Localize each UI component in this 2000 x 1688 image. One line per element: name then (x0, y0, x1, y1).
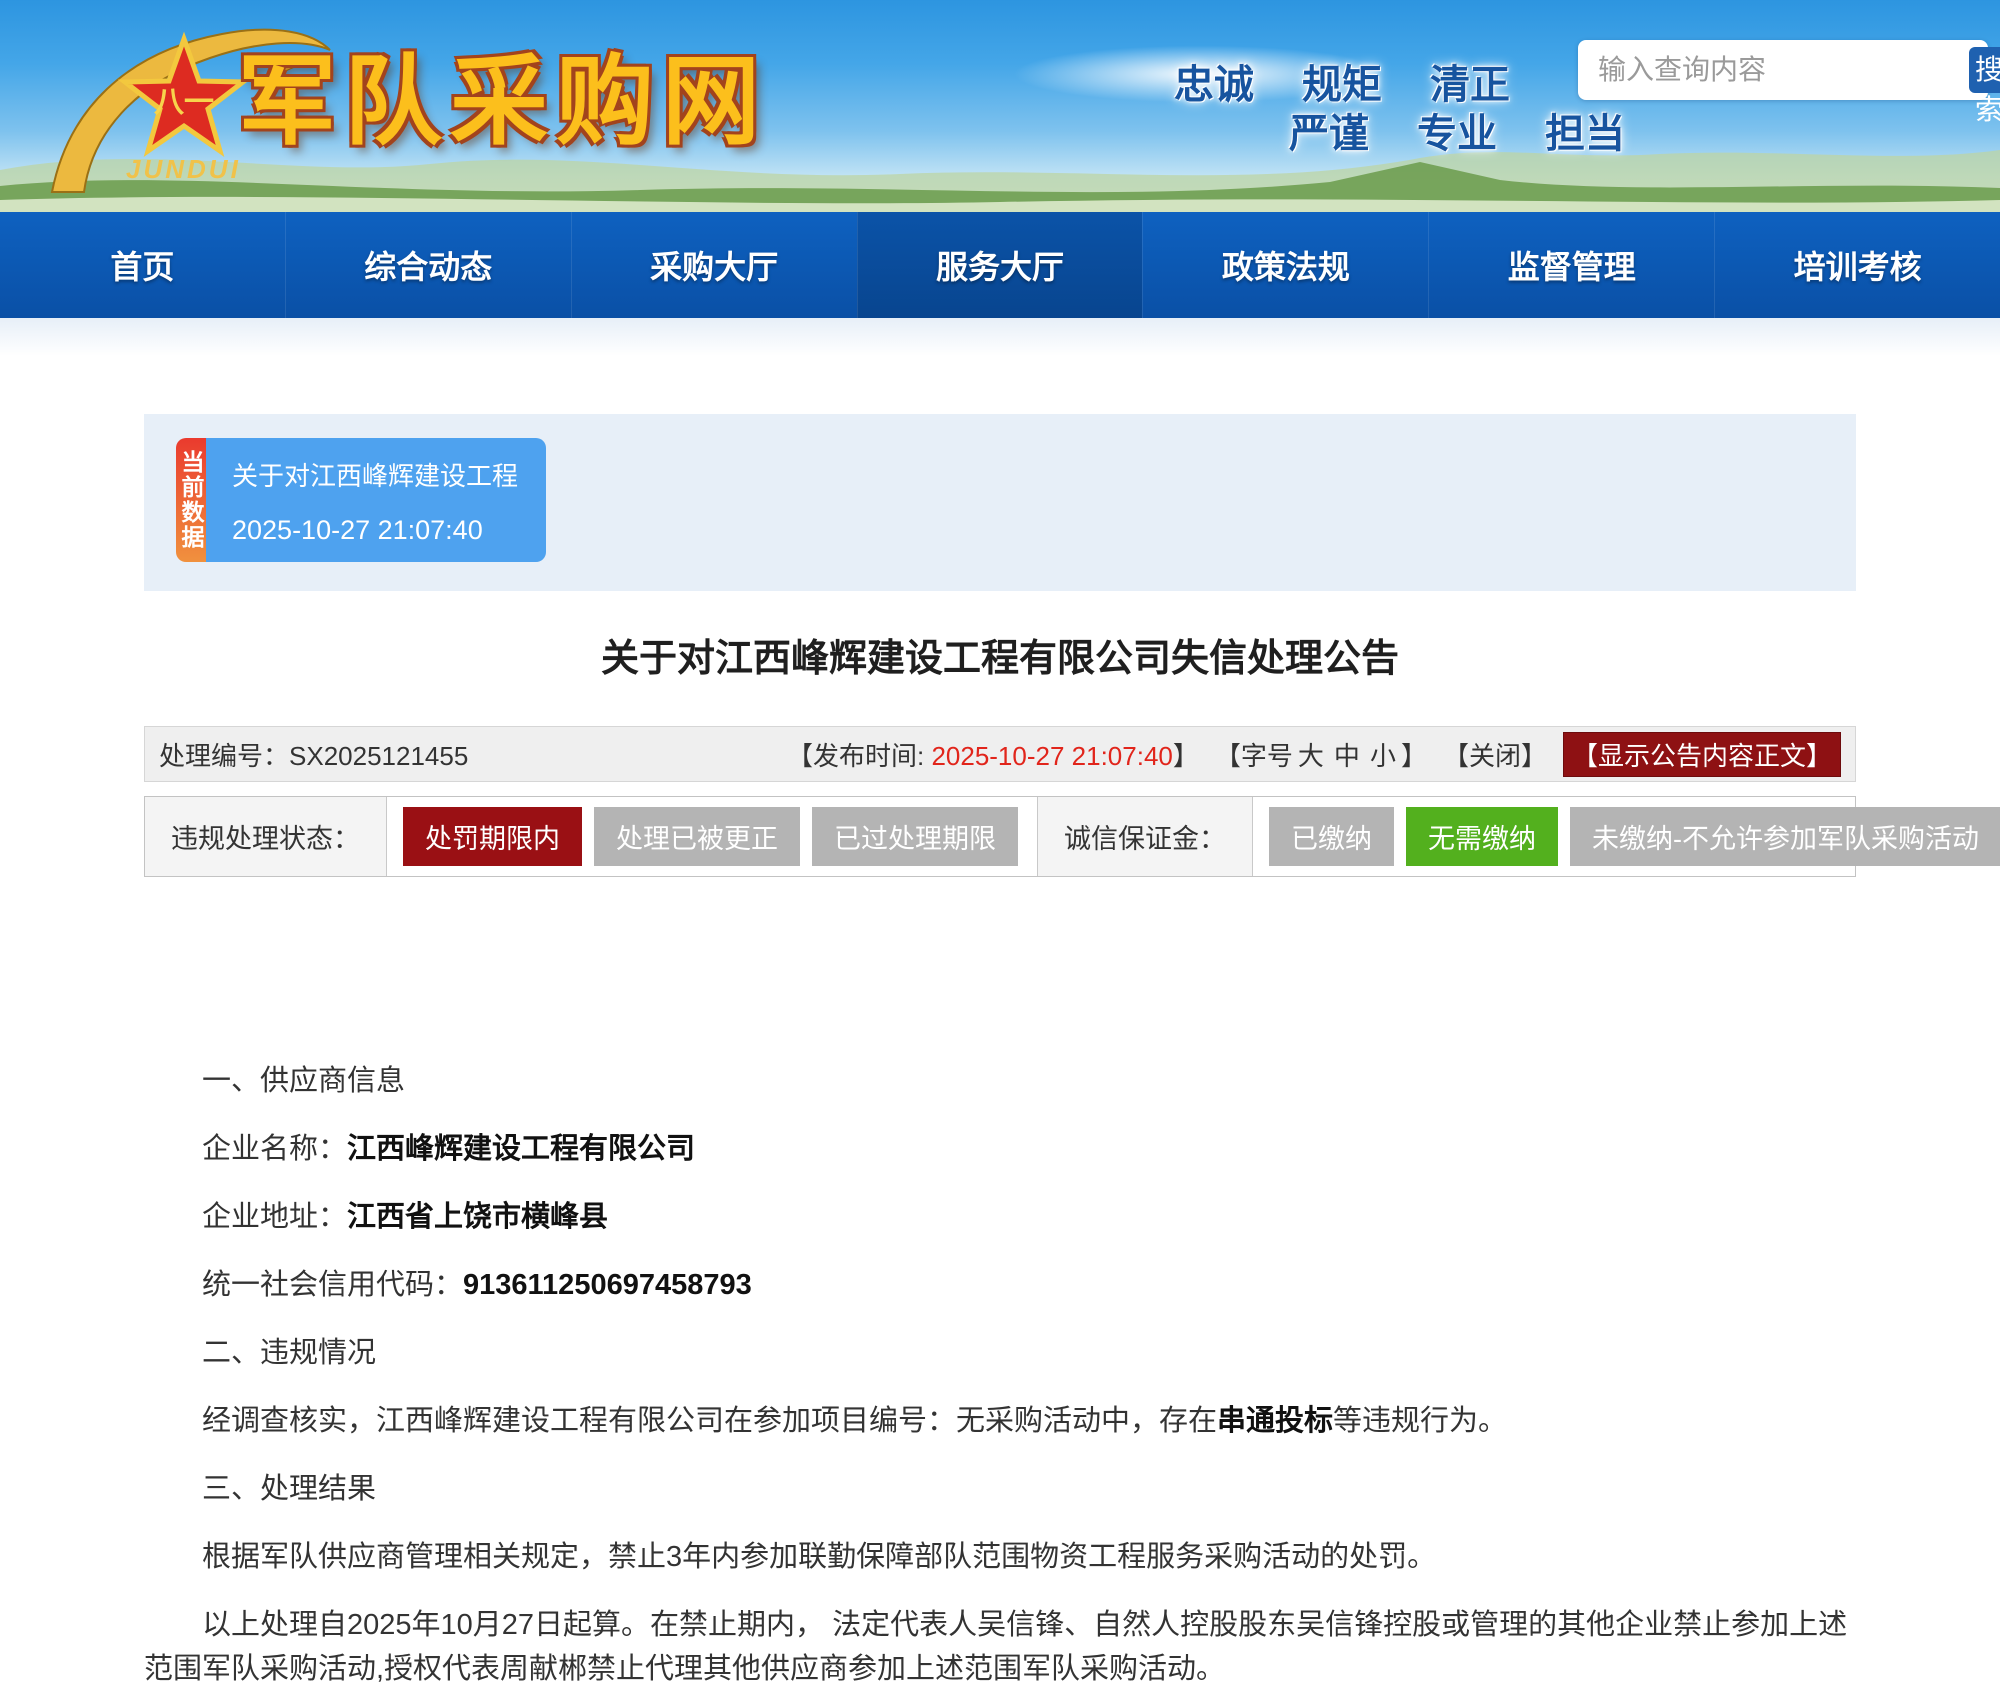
motto-word: 严谨 (1289, 101, 1369, 159)
nav-item-policies[interactable]: 政策法规 (1142, 212, 1428, 318)
nav-item-training[interactable]: 培训考核 (1714, 212, 2000, 318)
search-bar: 搜索 (1578, 40, 1988, 100)
font-size-controls: 【字号大中小】 (1215, 736, 1427, 773)
current-data-title: 关于对江西峰辉建设工程 (232, 456, 518, 493)
publish-time: 【发布时间: 2025-10-27 21:07:40】 (787, 736, 1199, 773)
close-button[interactable]: 【关闭】 (1443, 736, 1547, 773)
status-chip-unpaid: 未缴纳-不允许参加军队采购活动 (1570, 807, 2000, 866)
font-size-small-button[interactable]: 小 (1370, 741, 1396, 771)
status-bar: 违规处理状态： 处罚期限内 处理已被更正 已过处理期限 诚信保证金： 已缴纳 无… (144, 796, 1856, 877)
credit-code-value: 913611250697458793 (463, 1269, 752, 1301)
status-chip-paid: 已缴纳 (1269, 807, 1394, 866)
company-name-value: 江西峰辉建设工程有限公司 (347, 1133, 695, 1165)
current-data-body: 关于对江西峰辉建设工程 2025-10-27 21:07:40 (206, 438, 546, 562)
nav-item-service-hall[interactable]: 服务大厅 (857, 212, 1143, 318)
emblem-caption: JUNDUI (126, 154, 241, 184)
violation-type: 串通投标 (1217, 1405, 1333, 1437)
motto-line-2: 严谨 专业 担当 (1289, 101, 1625, 159)
status-chip-within-penalty: 处罚期限内 (403, 807, 582, 866)
site-title: 军队采购网 (238, 22, 768, 164)
nav-item-home[interactable]: 首页 (0, 212, 285, 318)
publish-time-value: 2025-10-27 21:07:40 (931, 741, 1172, 771)
announcement-body: 一、供应商信息 企业名称：江西峰辉建设工程有限公司 企业地址：江西省上饶市横峰县… (144, 1059, 1856, 1688)
font-size-medium-button[interactable]: 中 (1334, 741, 1360, 771)
motto-word: 忠诚 (1174, 52, 1254, 110)
font-size-large-button[interactable]: 大 (1298, 741, 1324, 771)
current-data-tab: 当前数据 (176, 438, 206, 562)
result-paragraph-1: 根据军队供应商管理相关规定，禁止3年内参加联勤保障部队范围物资工程服务采购活动的… (144, 1535, 1856, 1579)
company-name-line: 企业名称：江西峰辉建设工程有限公司 (144, 1127, 1856, 1171)
nav-shadow (0, 318, 2000, 356)
status-chip-corrected: 处理已被更正 (594, 807, 800, 866)
violation-detail-line: 经调查核实，江西峰辉建设工程有限公司在参加项目编号：无采购活动中，存在串通投标等… (144, 1399, 1856, 1443)
company-address-line: 企业地址：江西省上饶市横峰县 (144, 1195, 1856, 1239)
section-heading-result: 三、处理结果 (144, 1467, 1856, 1511)
main-content: 当前数据 关于对江西峰辉建设工程 2025-10-27 21:07:40 关于对… (0, 414, 2000, 1688)
deposit-status-options: 已缴纳 无需缴纳 未缴纳-不允许参加军队采购活动 (1253, 797, 2000, 876)
meta-controls: 【发布时间: 2025-10-27 21:07:40】 【字号大中小】 【关闭】… (787, 732, 1841, 777)
meta-bar: 处理编号：SX2025121455 【发布时间: 2025-10-27 21:0… (144, 726, 1856, 782)
show-content-button[interactable]: 【显示公告内容正文】 (1563, 732, 1841, 777)
process-number-label: 处理编号： (159, 741, 289, 771)
status-chip-not-required: 无需缴纳 (1406, 807, 1558, 866)
result-paragraph-2: 以上处理自2025年10月27日起算。在禁止期内， 法定代表人吴信锋、自然人控股… (144, 1603, 1856, 1688)
nav-item-news[interactable]: 综合动态 (285, 212, 571, 318)
current-data-panel: 当前数据 关于对江西峰辉建设工程 2025-10-27 21:07:40 (144, 414, 1856, 591)
section-heading-supplier: 一、供应商信息 (144, 1059, 1856, 1103)
main-nav: 首页 综合动态 采购大厅 服务大厅 政策法规 监督管理 培训考核 (0, 212, 2000, 318)
deposit-status-label: 诚信保证金： (1037, 797, 1253, 876)
nav-item-procurement-hall[interactable]: 采购大厅 (571, 212, 857, 318)
announcement-title: 关于对江西峰辉建设工程有限公司失信处理公告 (0, 627, 2000, 682)
process-number-value: SX2025121455 (289, 741, 468, 771)
current-data-card: 当前数据 关于对江西峰辉建设工程 2025-10-27 21:07:40 (176, 438, 546, 562)
emblem-star-text: 八一 (154, 86, 214, 119)
company-address-value: 江西省上饶市横峰县 (347, 1201, 608, 1233)
site-banner: 八一 JUNDUI 军队采购网 忠诚 规矩 清正 严谨 专业 担当 搜索 (0, 0, 2000, 212)
motto-word: 专业 (1417, 101, 1497, 159)
motto-word: 担当 (1545, 101, 1625, 159)
nav-item-supervision[interactable]: 监督管理 (1428, 212, 1714, 318)
page: 八一 JUNDUI 军队采购网 忠诚 规矩 清正 严谨 专业 担当 搜索 首页 … (0, 0, 2000, 1688)
search-input[interactable] (1578, 54, 1969, 86)
process-number: 处理编号：SX2025121455 (159, 736, 468, 773)
violation-status-label: 违规处理状态： (145, 797, 387, 876)
search-button[interactable]: 搜索 (1969, 47, 2000, 93)
section-heading-violation: 二、违规情况 (144, 1331, 1856, 1375)
violation-status-options: 处罚期限内 处理已被更正 已过处理期限 (387, 797, 1037, 876)
status-chip-expired: 已过处理期限 (812, 807, 1018, 866)
credit-code-line: 统一社会信用代码：913611250697458793 (144, 1263, 1856, 1307)
current-data-timestamp: 2025-10-27 21:07:40 (232, 515, 518, 546)
